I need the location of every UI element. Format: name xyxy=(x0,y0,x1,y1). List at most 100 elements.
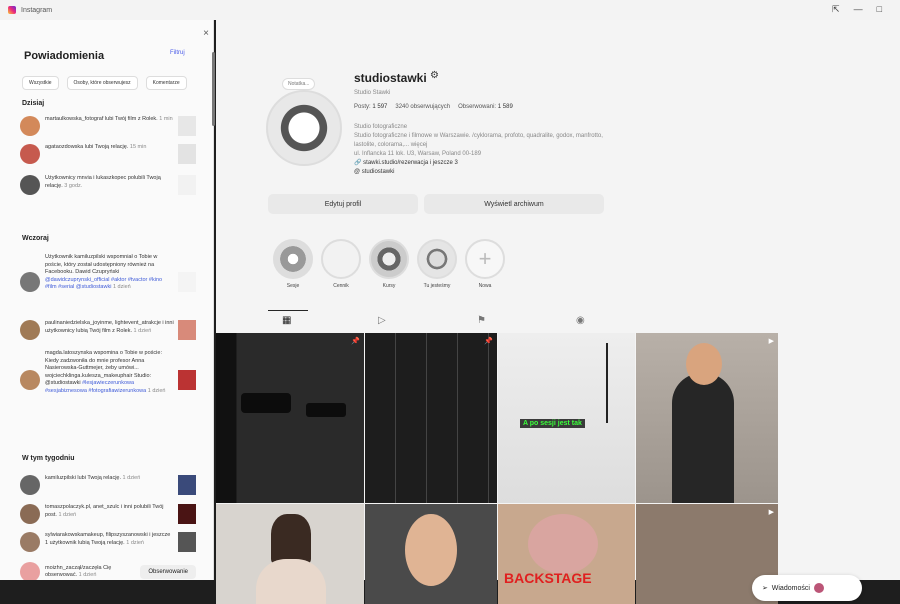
grid-post[interactable]: BACKSTAGE xyxy=(498,504,635,604)
avatar xyxy=(20,320,40,340)
view-archive-button[interactable]: Wyświetl archiwum xyxy=(424,194,604,214)
grid-post[interactable] xyxy=(365,504,497,604)
edit-profile-button[interactable]: Edytuj profil xyxy=(268,194,418,214)
filter-link[interactable]: Filtruj xyxy=(170,50,185,56)
notifications-title: Powiadomienia xyxy=(24,50,105,62)
window-controls: ⇱ — □ xyxy=(832,4,882,15)
avatar xyxy=(20,562,40,580)
maximize-icon[interactable]: □ xyxy=(877,4,882,15)
list-item[interactable]: moizhn_zaczął/zaczęła Cię obserwować. 1 … xyxy=(20,562,196,580)
scrollbar[interactable] xyxy=(212,52,215,126)
profile-category: Studio fotograficzne xyxy=(354,124,408,130)
grid-post[interactable]: ▶ xyxy=(636,333,778,503)
avatar xyxy=(20,475,40,495)
grid-icon[interactable]: ▦ xyxy=(282,315,291,326)
plus-icon: + xyxy=(465,239,505,279)
note-bubble[interactable]: Notatka... xyxy=(282,78,316,90)
highlight-label: Kursy xyxy=(382,283,396,289)
post-thumbnail[interactable] xyxy=(178,272,196,292)
grid-post[interactable] xyxy=(216,504,364,604)
list-item[interactable]: paulinaniedzielska_joyinme, lightevent_a… xyxy=(20,320,196,340)
post-thumbnail[interactable] xyxy=(178,175,196,195)
bio-text: Studio fotograficzne i filmowe w Warszaw… xyxy=(354,133,603,148)
notif-time: 1 dzień xyxy=(122,475,141,481)
grid-post[interactable]: 📌 xyxy=(216,333,364,503)
avatar xyxy=(20,504,40,524)
posts-grid: 📌 📌 A po sesji jest tak ▶ BACKSTAGE ▶ xyxy=(216,333,778,604)
posts-label: Posty: xyxy=(354,104,371,110)
notif-text: sylwiarakowskamakeup, filipszyszanowski … xyxy=(45,532,171,546)
highlight-kursy[interactable]: Kursy xyxy=(368,239,410,289)
post-overlay-text: BACKSTAGE xyxy=(504,570,592,586)
avatar xyxy=(20,116,40,136)
threads-icon: @ xyxy=(354,169,361,175)
messages-button[interactable]: ➢ Wiadomości xyxy=(752,575,862,601)
list-item[interactable]: sylwiarakowskamakeup, filipszyszanowski … xyxy=(20,532,196,552)
list-item[interactable]: magda.latoszynska wspomina o Tobie w poś… xyxy=(20,350,196,395)
post-thumbnail[interactable] xyxy=(178,532,196,552)
active-tab-indicator xyxy=(268,310,308,311)
notif-time: 1 min xyxy=(159,116,173,122)
instagram-logo-icon xyxy=(8,6,16,14)
highlight-tu-jestesmy[interactable]: Tu jesteśmy xyxy=(416,239,458,289)
post-overlay-text: A po sesji jest tak xyxy=(520,419,585,428)
threads-link[interactable]: studiostawki xyxy=(362,169,395,175)
list-item[interactable]: kamiluzpilski lubi Twoją relację. 1 dzie… xyxy=(20,475,196,495)
notif-time: 1 dzień xyxy=(78,572,97,578)
highlight-sesje[interactable]: Sesje xyxy=(272,239,314,289)
profile-avatar[interactable] xyxy=(266,90,342,166)
profile-stats: Posty: 1 597 3240 obserwujących Obserwow… xyxy=(354,104,513,110)
post-thumbnail[interactable] xyxy=(178,475,196,495)
following-button[interactable]: Obserwowanie xyxy=(140,565,196,579)
reel-icon: ▶ xyxy=(768,509,774,516)
post-thumbnail[interactable] xyxy=(178,320,196,340)
avatar xyxy=(20,370,40,390)
profile-bio: Studio fotograficzne Studio fotograficzn… xyxy=(354,123,614,177)
post-thumbnail[interactable] xyxy=(178,504,196,524)
saved-icon[interactable]: ⚑ xyxy=(477,315,486,326)
notif-time: 1 dzień xyxy=(147,387,166,394)
chip-comments[interactable]: Komentarze xyxy=(145,76,187,90)
list-item[interactable]: agataozdowska lubi Twoją relację. 15 min xyxy=(20,144,196,164)
notif-time: 1 dzień xyxy=(58,511,77,518)
grid-post[interactable]: 📌 xyxy=(365,333,497,503)
chip-following[interactable]: Osoby, które obserwujesz xyxy=(66,76,138,90)
minimize-icon[interactable]: — xyxy=(854,4,863,15)
grid-post[interactable]: A po sesji jest tak xyxy=(498,333,635,503)
window-titlebar: Instagram ⇱ — □ xyxy=(0,0,900,20)
post-thumbnail[interactable] xyxy=(178,144,196,164)
list-item[interactable]: tomaszpolaczyk.pl, anet_szulc i inni pol… xyxy=(20,504,196,524)
list-item[interactable]: martaulkowska_fotograf lubi Twój film z … xyxy=(20,116,196,136)
notif-text: paulinaniedzielska_joyinme, lightevent_a… xyxy=(45,320,174,334)
reels-icon[interactable]: ▷ xyxy=(378,315,386,326)
followers-count[interactable]: 3240 obserwujących xyxy=(395,104,450,110)
section-today: Dzisiaj xyxy=(22,100,45,107)
list-item[interactable]: Użytkownicy mnvia i lukaszkopec polubili… xyxy=(20,175,196,195)
notif-time: 1 dzień xyxy=(112,284,131,290)
highlight-label: Sesje xyxy=(286,283,300,289)
notif-time: 1 dzień xyxy=(126,539,144,546)
notif-text: martaulkowska_fotograf lubi Twój film z … xyxy=(45,116,158,122)
link-icon: 🔗 xyxy=(354,160,362,166)
profile-address[interactable]: ul. Inflancka 11 lok. U3, Warsaw, Poland… xyxy=(354,150,614,159)
avatar xyxy=(20,272,40,292)
profile-full-name: Studio Stawki xyxy=(354,90,391,96)
following-count: 1 589 xyxy=(497,104,513,110)
tagged-icon[interactable]: ◉ xyxy=(576,315,585,326)
notif-text: Użytkownicy mnvia i lukaszkopec polubili… xyxy=(45,175,161,189)
gear-icon[interactable]: ⚙ xyxy=(430,70,439,81)
list-item[interactable]: Użytkownik kamiluzpilski wspomniał o Tob… xyxy=(20,254,196,292)
highlight-label: Nowa xyxy=(478,283,492,289)
post-thumbnail[interactable] xyxy=(178,370,196,390)
close-icon[interactable]: × xyxy=(203,28,209,39)
restore-icon[interactable]: ⇱ xyxy=(832,4,840,15)
highlight-cennik[interactable]: Cennik xyxy=(320,239,362,289)
highlight-new[interactable]: + Nowa xyxy=(464,239,506,289)
notif-time: 15 min xyxy=(129,144,147,150)
post-thumbnail[interactable] xyxy=(178,116,196,136)
chip-all[interactable]: Wszystkie xyxy=(22,76,59,90)
notif-tags[interactable]: @dawidczuprynski_official #aktor #tvacto… xyxy=(45,277,162,291)
posts-count: 1 597 xyxy=(372,104,388,110)
profile-link[interactable]: stawki.studio/rezerwacja i jeszcze 3 xyxy=(363,160,458,166)
section-yesterday: Wczoraj xyxy=(22,235,49,242)
